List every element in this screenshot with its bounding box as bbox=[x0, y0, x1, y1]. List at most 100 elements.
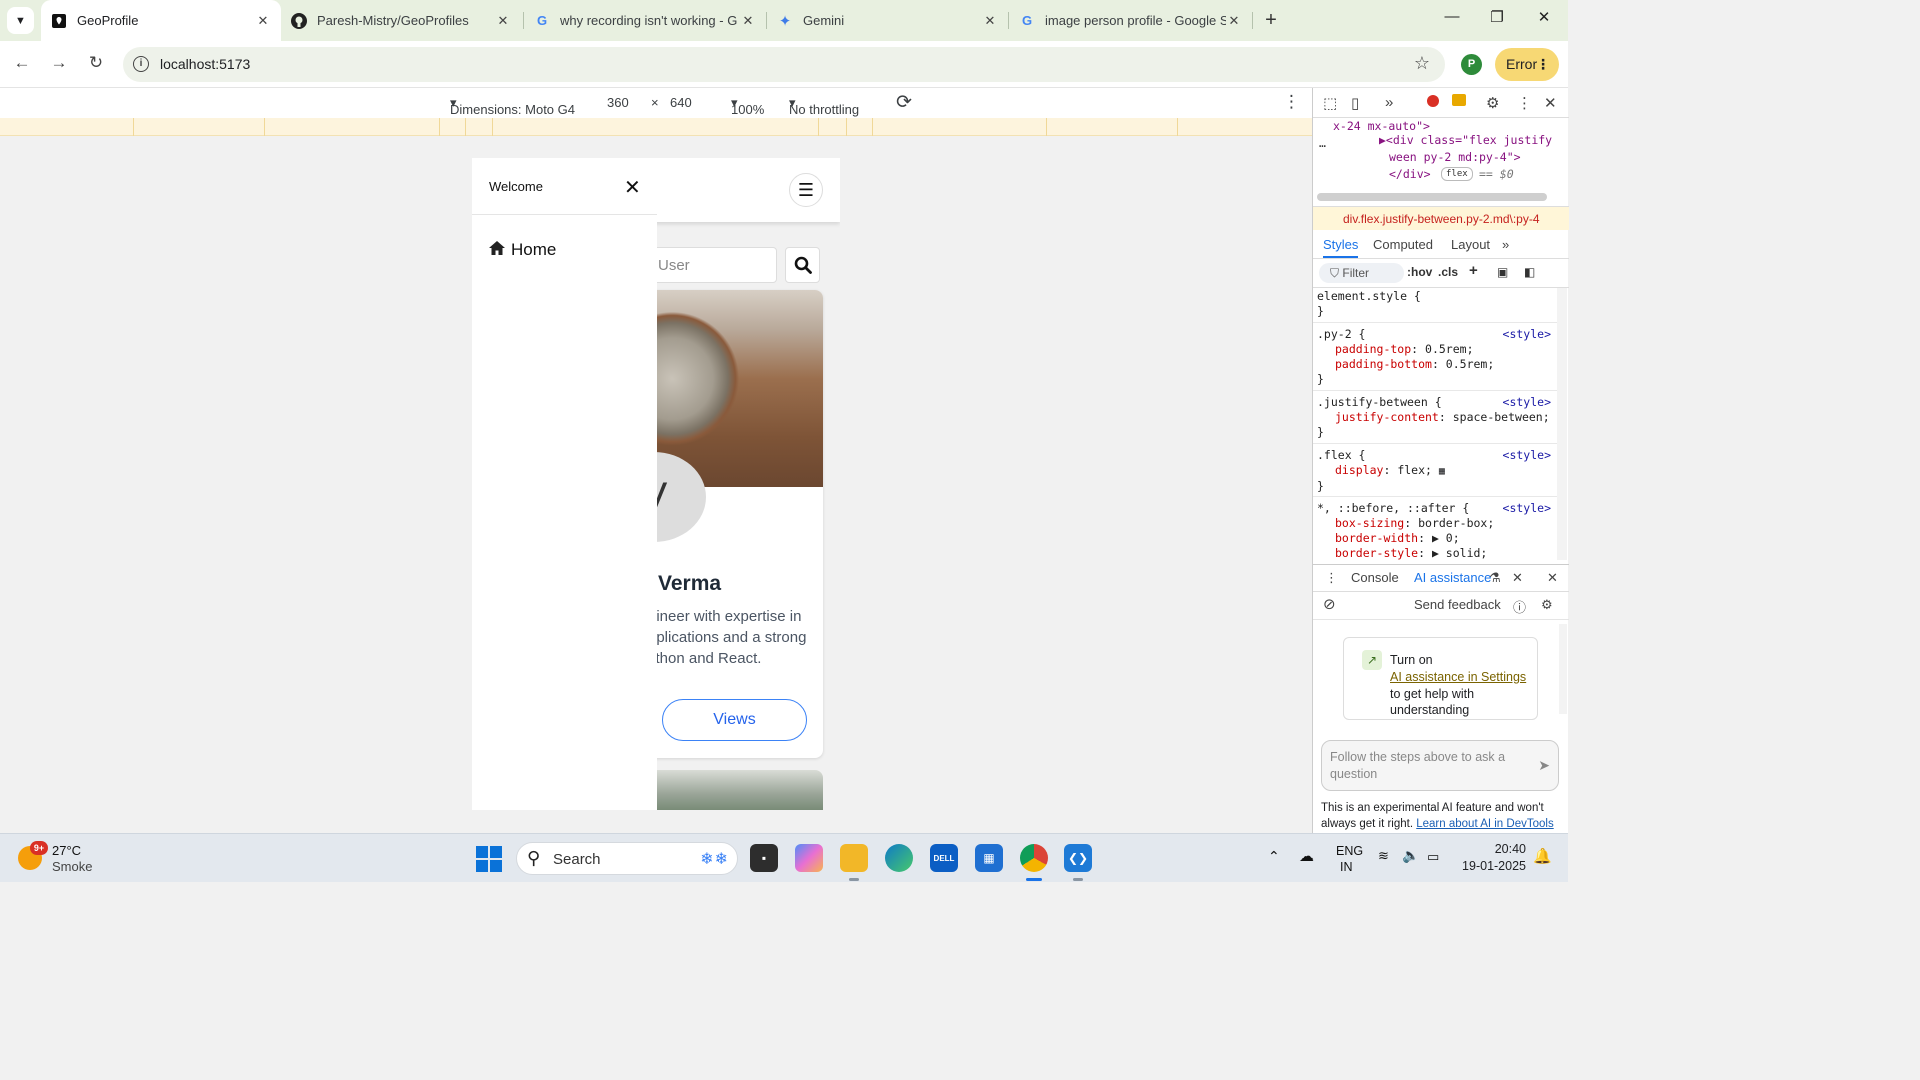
new-tab-button[interactable]: + bbox=[1258, 8, 1284, 34]
url-text[interactable]: localhost:5173 bbox=[160, 56, 250, 72]
tab-styles[interactable]: Styles bbox=[1323, 237, 1359, 258]
paint-icon[interactable]: ▣ bbox=[1497, 265, 1508, 279]
help-icon[interactable]: ⓘ bbox=[1513, 597, 1526, 616]
error-count-icon[interactable] bbox=[1427, 95, 1439, 107]
tab-computed[interactable]: Computed bbox=[1373, 237, 1433, 252]
close-icon[interactable]: ✕ bbox=[740, 13, 756, 29]
device-toggle-icon[interactable]: ▯ bbox=[1351, 94, 1359, 112]
address-bar[interactable]: i localhost:5173 ☆ bbox=[123, 47, 1445, 82]
tab-console[interactable]: Console bbox=[1351, 570, 1399, 585]
error-button[interactable]: Error ⋮ bbox=[1495, 48, 1559, 81]
close-icon[interactable]: ✕ bbox=[495, 13, 511, 29]
language-indicator[interactable]: ENG IN bbox=[1336, 843, 1363, 875]
taskbar-search[interactable]: ⚲ Search ❄❄ bbox=[516, 842, 738, 875]
dom-line[interactable]: ▶<div class="flex justify bbox=[1379, 132, 1552, 149]
chevron-up-icon[interactable]: ⌃ bbox=[1268, 848, 1280, 865]
tab-layout[interactable]: Layout bbox=[1451, 237, 1490, 252]
rotate-icon[interactable]: ⟳ bbox=[896, 91, 912, 114]
dom-tree[interactable]: x-24 mx-auto"> … ▶<div class="flex justi… bbox=[1313, 118, 1569, 198]
tab-geoprofile[interactable]: GeoProfile ✕ bbox=[41, 0, 281, 41]
volume-icon[interactable]: 🔈 bbox=[1402, 847, 1419, 864]
issues-icon[interactable] bbox=[1452, 94, 1466, 106]
horizontal-scrollbar[interactable] bbox=[1317, 193, 1547, 201]
copilot-icon[interactable] bbox=[795, 844, 823, 872]
close-drawer-icon[interactable]: ✕ bbox=[1547, 570, 1558, 586]
cls-toggle[interactable]: .cls bbox=[1438, 265, 1458, 279]
minimize-button[interactable]: — bbox=[1437, 8, 1467, 25]
flexbox-editor-icon[interactable]: ▦ bbox=[1439, 466, 1445, 477]
dell-icon[interactable]: DELL bbox=[930, 844, 958, 872]
edge-icon[interactable] bbox=[885, 844, 913, 872]
more-vertical-icon[interactable]: ⋮ bbox=[1325, 570, 1338, 586]
more-vertical-icon[interactable]: ⋮ bbox=[1517, 94, 1532, 112]
forward-button[interactable]: → bbox=[47, 53, 71, 77]
height-input[interactable]: 640 bbox=[670, 95, 692, 110]
sidebar-toggle-icon[interactable]: ◧ bbox=[1524, 265, 1535, 279]
tab-gemini[interactable]: ✦ Gemini ✕ bbox=[767, 0, 1008, 41]
tab-github[interactable]: Paresh-Mistry/GeoProfiles ✕ bbox=[281, 0, 521, 41]
breadcrumb-item[interactable]: div.flex.justify-between.py-2.md\:py-4 bbox=[1343, 212, 1540, 226]
flex-badge[interactable]: flex bbox=[1441, 167, 1473, 181]
styles-filter-input[interactable]: ⛉ Filter bbox=[1319, 263, 1404, 283]
tab-ai-assistance[interactable]: AI assistance bbox=[1414, 570, 1491, 585]
close-tab-icon[interactable]: ✕ bbox=[1512, 570, 1523, 586]
tab-image-search[interactable]: G image person profile - Google S ✕ bbox=[1009, 0, 1252, 41]
rule-source-link[interactable]: <style> bbox=[1503, 327, 1551, 342]
tab-search-button[interactable]: ▼ bbox=[7, 7, 34, 34]
store-icon[interactable]: ▦ bbox=[975, 844, 1003, 872]
vscode-icon[interactable]: ❮❯ bbox=[1064, 844, 1092, 872]
rule-source-link[interactable]: <style> bbox=[1503, 448, 1551, 463]
declaration[interactable]: box-sizing: border-box; bbox=[1317, 516, 1555, 531]
width-input[interactable]: 360 bbox=[607, 95, 629, 110]
settings-gear-icon[interactable]: ⚙ bbox=[1486, 94, 1499, 112]
learn-more-link[interactable]: Learn about AI in DevTools bbox=[1416, 818, 1553, 830]
vertical-scrollbar[interactable] bbox=[1557, 288, 1567, 560]
ai-prompt-input[interactable]: Follow the steps above to ask a question… bbox=[1321, 740, 1559, 791]
send-feedback-link[interactable]: Send feedback bbox=[1414, 597, 1501, 612]
media-query-bar[interactable] bbox=[0, 118, 1312, 136]
battery-icon[interactable]: ▭ bbox=[1427, 849, 1439, 865]
drawer-close-button[interactable]: ✕ bbox=[624, 175, 641, 200]
declaration[interactable]: border-style: ▶ solid; bbox=[1317, 546, 1555, 560]
start-button[interactable] bbox=[476, 846, 502, 872]
declaration[interactable]: display: flex; ▦ bbox=[1317, 463, 1555, 479]
throttling-select[interactable]: No throttling ▾ bbox=[789, 95, 859, 117]
breadcrumb[interactable]: div.flex.justify-between.py-2.md\:py-4 bbox=[1313, 206, 1569, 230]
tab-more[interactable]: » bbox=[1502, 237, 1509, 252]
declaration[interactable]: padding-bottom: 0.5rem; bbox=[1317, 357, 1555, 372]
task-view-icon[interactable]: ▪ bbox=[750, 844, 778, 872]
close-icon[interactable]: ✕ bbox=[982, 13, 998, 29]
declaration[interactable]: justify-content: space-between; bbox=[1317, 410, 1555, 425]
search-button[interactable] bbox=[785, 247, 820, 283]
clear-icon[interactable]: ⊘ bbox=[1323, 595, 1336, 613]
settings-gear-icon[interactable]: ⚙ bbox=[1541, 597, 1553, 613]
profile-avatar[interactable]: P bbox=[1461, 54, 1482, 75]
onedrive-cloud-icon[interactable]: ☁ bbox=[1299, 847, 1314, 865]
vertical-scrollbar[interactable] bbox=[1559, 624, 1567, 714]
new-rule-icon[interactable]: + bbox=[1469, 262, 1478, 279]
dimensions-select[interactable]: Dimensions: Moto G4 ▾ bbox=[450, 95, 575, 117]
rule-source-link[interactable]: <style> bbox=[1503, 501, 1551, 516]
ai-settings-link[interactable]: AI assistance in Settings bbox=[1390, 669, 1526, 685]
close-devtools-icon[interactable]: ✕ bbox=[1544, 94, 1557, 112]
wifi-icon[interactable]: ≋ bbox=[1378, 848, 1389, 864]
declaration[interactable]: border-width: ▶ 0; bbox=[1317, 531, 1555, 546]
close-window-button[interactable]: ✕ bbox=[1529, 8, 1559, 26]
site-info-icon[interactable]: i bbox=[133, 56, 149, 72]
menu-button[interactable]: ☰ bbox=[789, 173, 823, 207]
reload-button[interactable]: ↻ bbox=[84, 53, 108, 77]
file-explorer-icon[interactable] bbox=[840, 844, 868, 872]
close-icon[interactable]: ✕ bbox=[1226, 13, 1242, 29]
chrome-icon[interactable] bbox=[1020, 844, 1048, 872]
views-button[interactable]: Views bbox=[662, 699, 807, 741]
nav-item-home[interactable]: Home bbox=[489, 240, 556, 260]
hov-toggle[interactable]: :hov bbox=[1407, 265, 1432, 279]
close-icon[interactable]: ✕ bbox=[255, 13, 271, 29]
bookmark-star-icon[interactable]: ☆ bbox=[1414, 53, 1430, 74]
restore-button[interactable]: ❐ bbox=[1482, 8, 1512, 26]
declaration[interactable]: padding-top: 0.5rem; bbox=[1317, 342, 1555, 357]
clock[interactable]: 20:40 19-01-2025 bbox=[1462, 841, 1526, 875]
rule-source-link[interactable]: <style> bbox=[1503, 395, 1551, 410]
notification-bell-icon[interactable]: 🔔 bbox=[1533, 847, 1552, 865]
more-panels-icon[interactable]: » bbox=[1385, 94, 1393, 111]
